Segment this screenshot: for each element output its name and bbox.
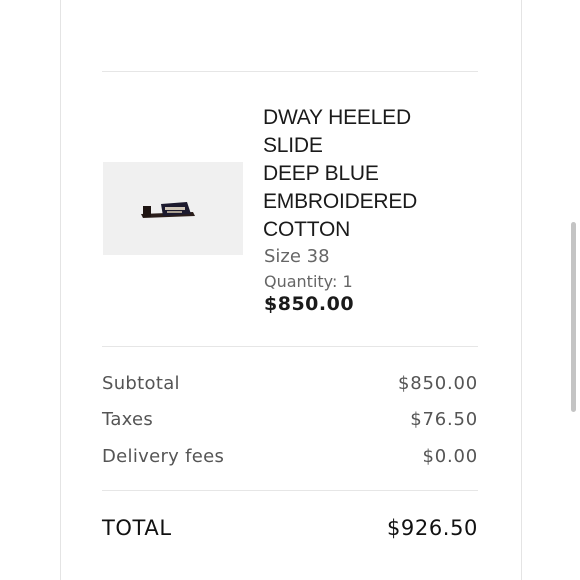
taxes-row: Taxes $76.50 xyxy=(102,409,478,433)
product-size: Size 38 xyxy=(264,246,330,267)
summary-divider xyxy=(102,490,478,491)
subtotal-value: $850.00 xyxy=(397,373,478,394)
product-image xyxy=(103,162,243,255)
product-name-line: COTTON xyxy=(263,218,351,241)
product-price: $850.00 xyxy=(264,293,355,315)
product-name-line: EMBROIDERED xyxy=(263,190,418,213)
taxes-value: $76.50 xyxy=(410,409,478,430)
items-divider xyxy=(102,346,478,347)
product-name-line: SLIDE xyxy=(263,134,323,157)
product-name-line: DEEP BLUE xyxy=(263,162,379,185)
delivery-row: Delivery fees $0.00 xyxy=(102,446,478,470)
taxes-label: Taxes xyxy=(102,409,154,430)
slide-sandal-icon xyxy=(141,202,195,218)
checkout-page: DWAY HEELED SLIDE DEEP BLUE EMBROIDERED … xyxy=(0,0,580,580)
total-label: TOTAL xyxy=(102,516,172,540)
delivery-fees-label: Delivery fees xyxy=(102,446,225,467)
product-quantity: Quantity: 1 xyxy=(264,272,353,291)
subtotal-label: Subtotal xyxy=(102,373,180,394)
subtotal-row: Subtotal $850.00 xyxy=(102,373,478,397)
total-row: TOTAL $926.50 xyxy=(102,516,478,544)
delivery-fees-value: $0.00 xyxy=(422,446,478,467)
top-divider xyxy=(102,71,478,72)
product-name-line: DWAY HEELED xyxy=(263,106,411,129)
product-name[interactable]: DWAY HEELED SLIDE DEEP BLUE EMBROIDERED … xyxy=(263,104,473,244)
total-value: $926.50 xyxy=(386,516,478,540)
scrollbar-thumb[interactable] xyxy=(571,222,576,412)
